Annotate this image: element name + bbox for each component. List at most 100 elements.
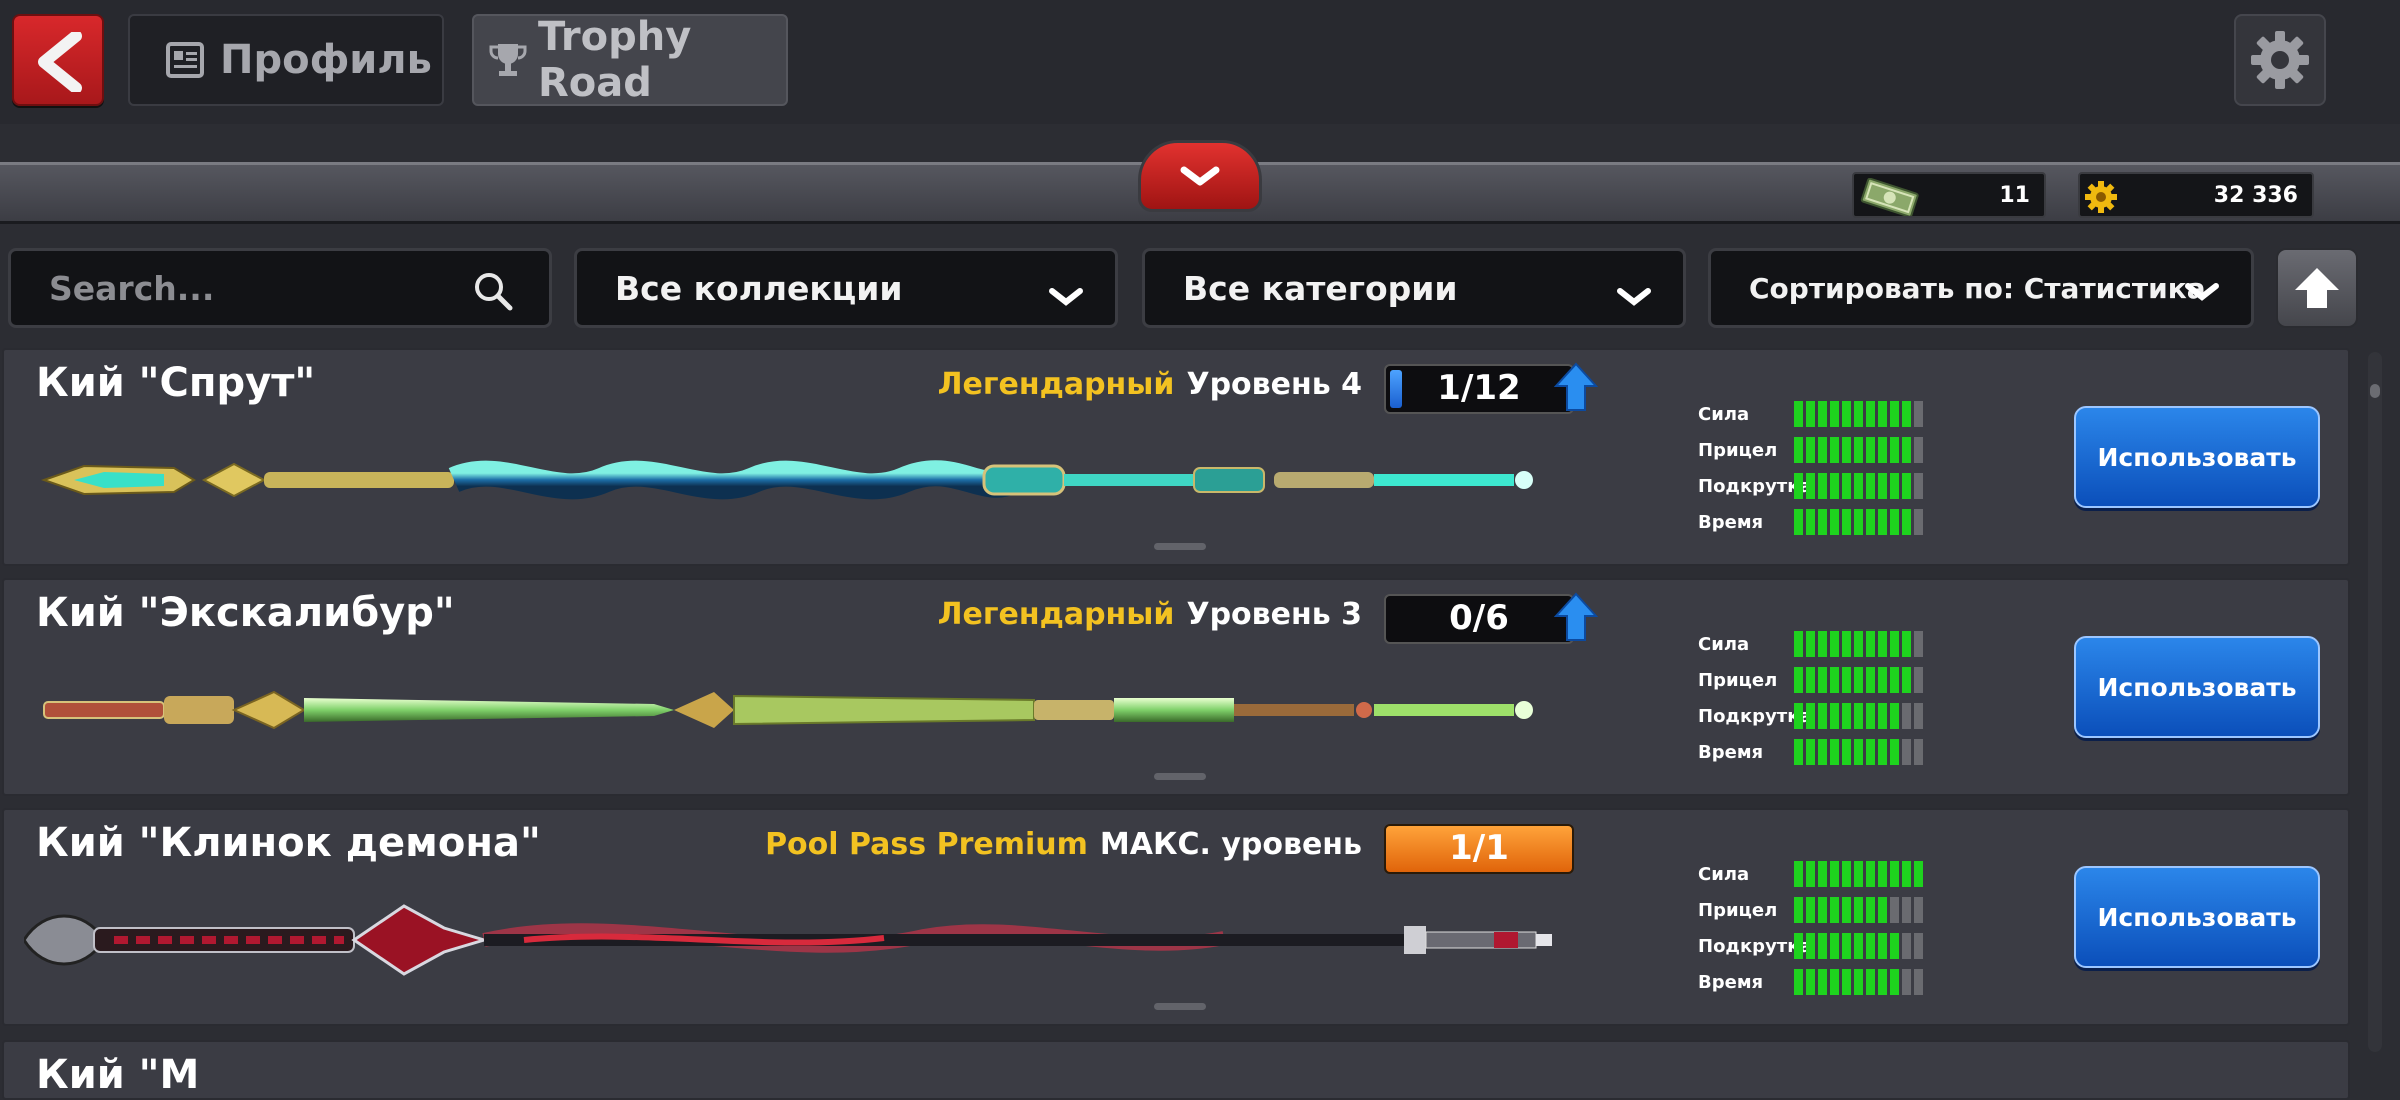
cue-rarity-level: Легендарный Уровень 4 <box>938 364 1362 404</box>
stat-segment <box>1902 933 1911 959</box>
stat-segment <box>1902 897 1911 923</box>
cash-counter[interactable]: 11 <box>1852 172 2046 218</box>
stat-segment <box>1878 401 1887 427</box>
stat-bars <box>1794 969 1923 995</box>
collections-value: Все коллекции <box>615 268 903 308</box>
stat-bars <box>1794 861 1923 887</box>
stat-segment <box>1854 861 1863 887</box>
expand-handle[interactable] <box>1154 1003 1206 1010</box>
stat-segment <box>1806 861 1815 887</box>
stat-segment <box>1830 897 1839 923</box>
stat-label: Сила <box>1698 863 1750 885</box>
stat-segment <box>1818 739 1827 765</box>
stat-bars <box>1794 401 1923 427</box>
stat-segment <box>1914 703 1923 729</box>
cue-name: Кий "М <box>36 1052 200 1098</box>
cue-stats: Сила Прицел Подкрутка Время <box>1698 626 1923 770</box>
cue-card[interactable]: Кий "М <box>2 1040 2350 1100</box>
search-placeholder: Search... <box>49 268 215 308</box>
stat-segment <box>1842 473 1851 499</box>
stat-segment <box>1830 969 1839 995</box>
stat-segment <box>1890 739 1899 765</box>
stat-segment <box>1818 631 1827 657</box>
upgrade-progress: 1/12 <box>1384 364 1574 414</box>
stat-segment <box>1878 969 1887 995</box>
arrow-up-icon <box>2295 268 2339 308</box>
stat-segment <box>1842 969 1851 995</box>
stat-bars <box>1794 631 1923 657</box>
collections-dropdown[interactable]: Все коллекции <box>574 248 1118 328</box>
cue-image <box>43 690 1533 730</box>
stat-segment <box>1818 897 1827 923</box>
stat-segment <box>1818 473 1827 499</box>
categories-dropdown[interactable]: Все категории <box>1142 248 1686 328</box>
use-button[interactable]: Использовать <box>2074 866 2320 968</box>
stat-label: Время <box>1698 741 1764 763</box>
stat-segment <box>1818 933 1827 959</box>
stat-aim: Прицел <box>1698 662 1923 698</box>
stat-time: Время <box>1698 734 1923 770</box>
settings-button[interactable] <box>2234 14 2326 106</box>
expand-handle[interactable] <box>1154 773 1206 780</box>
coins-value: 32 336 <box>2213 182 2298 208</box>
cue-card[interactable]: Кий "Клинок демона" Pool Pass Premium МА… <box>2 808 2350 1026</box>
stat-segment <box>1794 969 1803 995</box>
stat-segment <box>1854 631 1863 657</box>
stat-segment <box>1890 401 1899 427</box>
stat-segment <box>1890 861 1899 887</box>
stat-segment <box>1878 703 1887 729</box>
stat-segment <box>1866 509 1875 535</box>
stat-force: Сила <box>1698 856 1923 892</box>
upgrade-arrow-icon[interactable] <box>1554 592 1598 642</box>
sort-direction-button[interactable] <box>2276 248 2358 328</box>
stat-segment <box>1842 509 1851 535</box>
stat-segment <box>1818 401 1827 427</box>
cue-card[interactable]: Кий "Спрут" Легендарный Уровень 4 1/12 С… <box>2 348 2350 566</box>
stat-segment <box>1794 667 1803 693</box>
stat-segment <box>1866 969 1875 995</box>
cue-level: Уровень 4 <box>1186 366 1362 402</box>
stat-label: Время <box>1698 511 1764 533</box>
stat-segment <box>1842 703 1851 729</box>
upgrade-progress: 0/6 <box>1384 594 1574 644</box>
stat-segment <box>1866 861 1875 887</box>
cue-name: Кий "Клинок демона" <box>36 820 541 866</box>
stat-segment <box>1806 933 1815 959</box>
stat-segment <box>1878 933 1887 959</box>
upgrade-arrow-icon[interactable] <box>1554 362 1598 412</box>
cue-level: Уровень 3 <box>1186 596 1362 632</box>
stat-label: Сила <box>1698 633 1750 655</box>
scrollbar-thumb[interactable] <box>2370 384 2380 398</box>
stat-bars <box>1794 933 1923 959</box>
stat-segment <box>1902 631 1911 657</box>
stat-segment <box>1854 739 1863 765</box>
back-button[interactable] <box>12 14 104 106</box>
use-button[interactable]: Использовать <box>2074 636 2320 738</box>
cue-level: МАКС. уровень <box>1099 826 1362 862</box>
stat-segment <box>1830 667 1839 693</box>
sort-value: Сортировать по: Статистика <box>1749 271 2206 305</box>
stat-segment <box>1914 861 1923 887</box>
stat-segment <box>1878 739 1887 765</box>
stat-bars <box>1794 739 1923 765</box>
tab-profile[interactable]: Профиль <box>128 14 444 106</box>
coins-counter[interactable]: 32 336 <box>2078 172 2314 218</box>
search-icon <box>473 271 513 319</box>
stat-label: Прицел <box>1698 669 1778 691</box>
cue-rarity: Легендарный <box>937 596 1175 632</box>
stat-segment <box>1818 861 1827 887</box>
stat-force: Сила <box>1698 626 1923 662</box>
use-button[interactable]: Использовать <box>2074 406 2320 508</box>
stat-segment <box>1830 437 1839 463</box>
sort-dropdown[interactable]: Сортировать по: Статистика <box>1708 248 2254 328</box>
collapse-button[interactable] <box>1138 140 1262 212</box>
cue-card[interactable]: Кий "Экскалибур" Легендарный Уровень 3 0… <box>2 578 2350 796</box>
stat-segment <box>1806 897 1815 923</box>
stat-label: Подкрутка <box>1698 935 1812 957</box>
scrollbar[interactable] <box>2368 352 2382 1052</box>
tab-trophy-road[interactable]: Trophy Road <box>472 14 788 106</box>
stat-segment <box>1818 703 1827 729</box>
cue-rarity-level: Легендарный Уровень 3 <box>938 594 1362 634</box>
search-input[interactable]: Search... <box>8 248 552 328</box>
expand-handle[interactable] <box>1154 543 1206 550</box>
